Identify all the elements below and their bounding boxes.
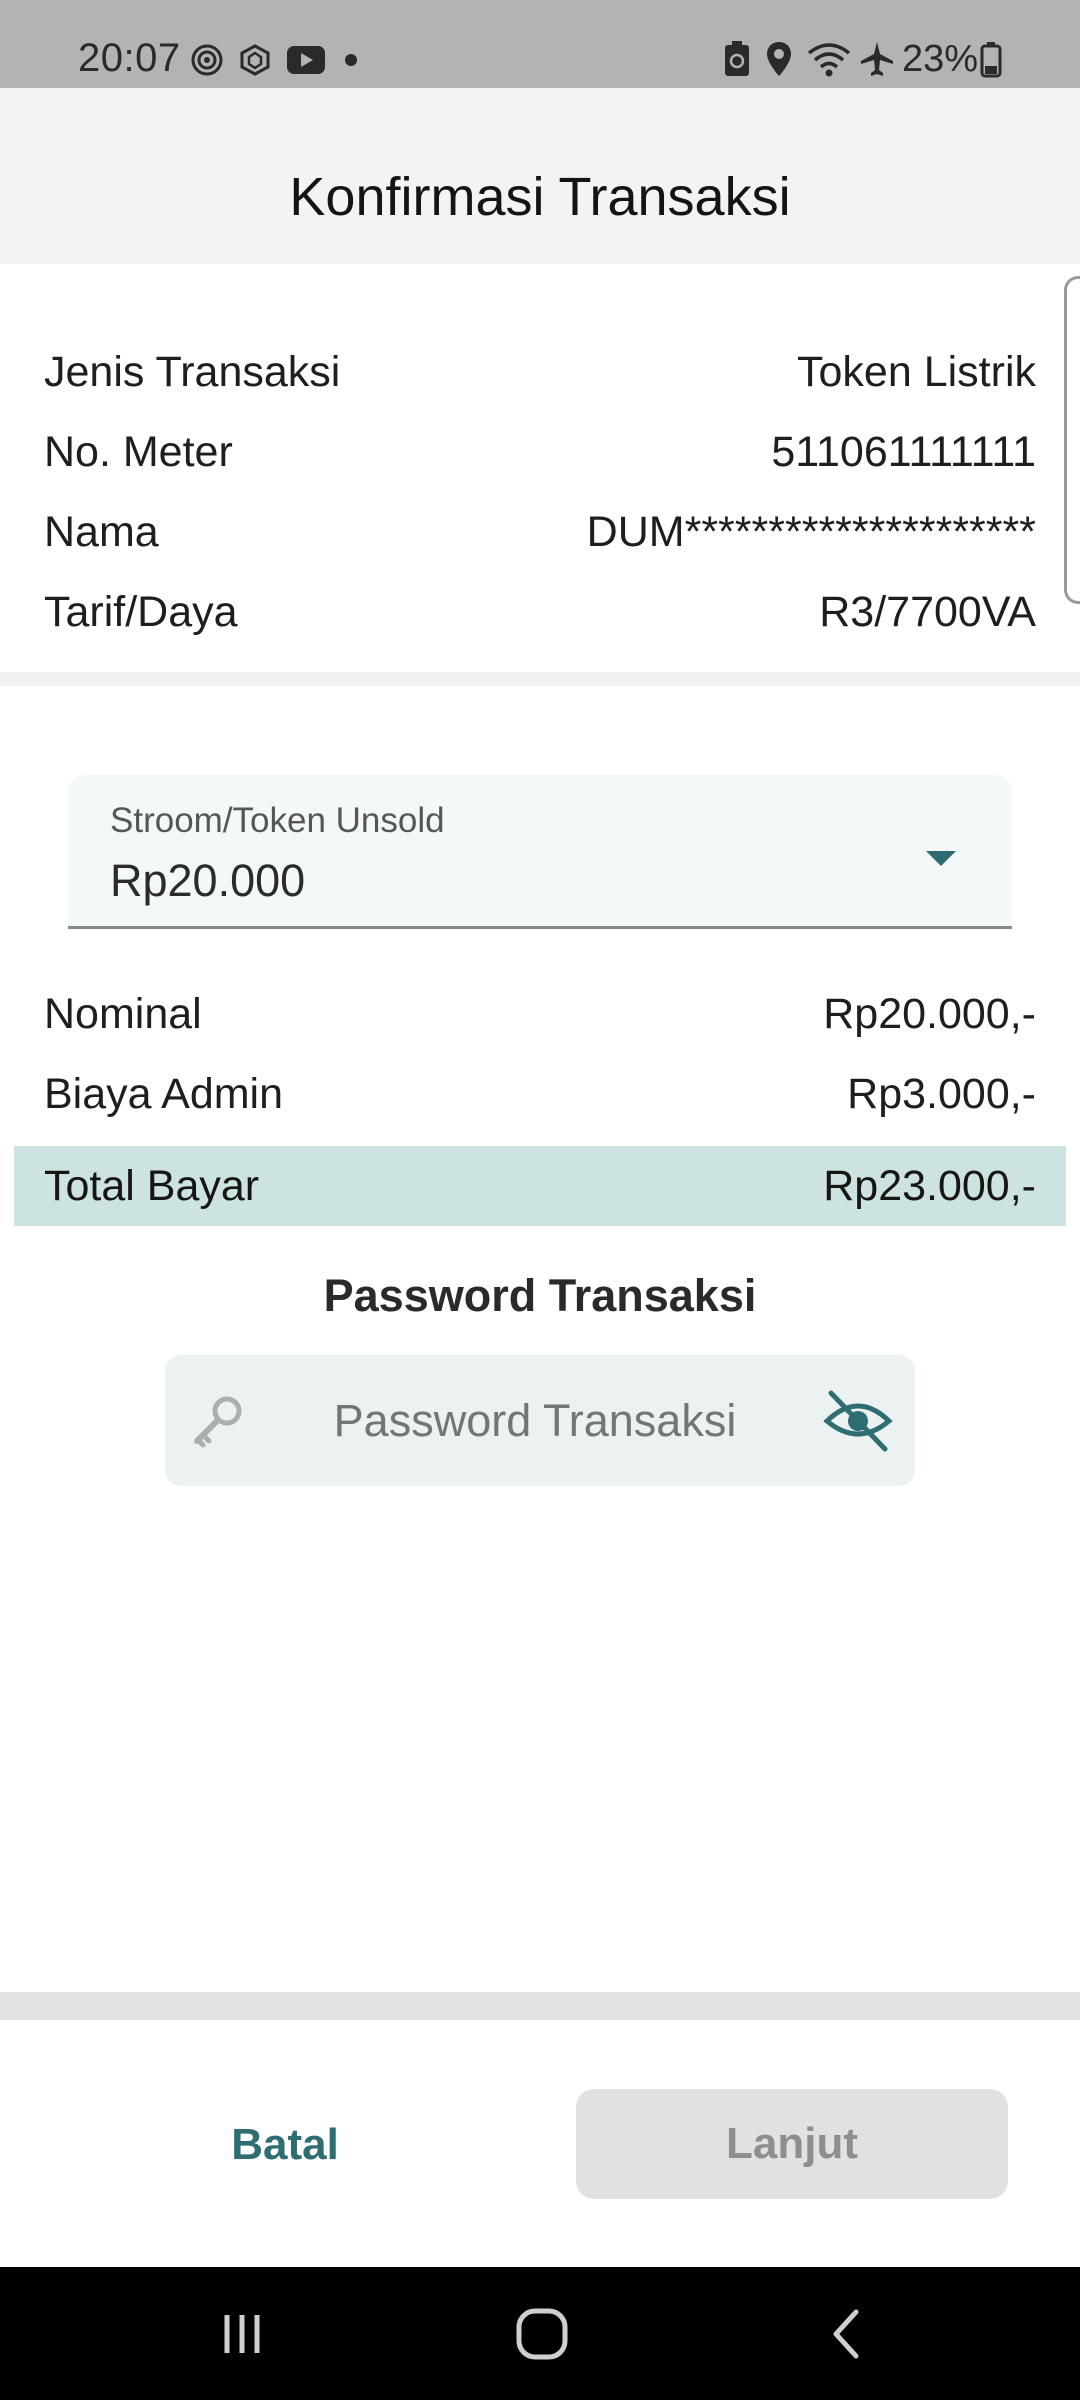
notification-icons xyxy=(190,42,358,78)
continue-button[interactable]: Lanjut xyxy=(576,2089,1008,2199)
detail-row-name: Nama DUM********************* xyxy=(44,502,1036,562)
key-icon xyxy=(194,1396,242,1448)
eye-off-icon[interactable] xyxy=(823,1385,893,1455)
section-divider xyxy=(0,672,1080,686)
detail-value: 511061111111 xyxy=(771,427,1036,476)
aperture-icon xyxy=(240,44,270,76)
total-value: Rp23.000,- xyxy=(823,1161,1036,1210)
detail-label: Jenis Transaksi xyxy=(44,347,341,396)
back-icon xyxy=(833,2309,859,2359)
detail-row-meter-number: No. Meter 511061111111 xyxy=(44,422,1036,482)
system-nav-bar xyxy=(0,2267,1080,2400)
detail-row-tariff: Tarif/Daya R3/7700VA xyxy=(44,582,1036,642)
detail-value: R3/7700VA xyxy=(819,587,1036,636)
page-title: Konfirmasi Transaksi xyxy=(289,167,791,227)
cost-row-nominal: Nominal Rp20.000,- xyxy=(44,984,1036,1044)
cost-value: Rp20.000,- xyxy=(823,989,1036,1038)
total-label: Total Bayar xyxy=(44,1161,260,1210)
denomination-dropdown[interactable]: Stroom/Token Unsold Rp20.000 xyxy=(68,775,1012,929)
cost-value: Rp3.000,- xyxy=(847,1069,1036,1118)
detail-value: DUM********************* xyxy=(586,507,1036,556)
detail-label: No. Meter xyxy=(44,427,233,476)
recent-apps-icon xyxy=(224,2315,260,2353)
youtube-icon xyxy=(287,46,325,74)
password-field[interactable] xyxy=(165,1355,915,1486)
status-time: 20:07 xyxy=(78,36,181,80)
battery-percentage: 23% xyxy=(902,38,979,80)
dropdown-value: Rp20.000 xyxy=(110,855,306,906)
detail-label: Nama xyxy=(44,507,159,556)
battery-icon xyxy=(980,42,1002,78)
caret-down-icon[interactable] xyxy=(926,851,956,866)
detail-value: Token Listrik xyxy=(797,347,1036,396)
bottom-divider xyxy=(0,1992,1080,2020)
password-title: Password Transaksi xyxy=(323,1270,757,1321)
dot-icon xyxy=(345,54,357,66)
cost-row-admin-fee: Biaya Admin Rp3.000,- xyxy=(44,1064,1036,1124)
battery-saver-icon xyxy=(725,41,749,76)
password-input[interactable] xyxy=(265,1355,805,1486)
bullseye-icon xyxy=(191,44,223,76)
detail-row-transaction-type: Jenis Transaksi Token Listrik xyxy=(44,342,1036,402)
airplane-icon xyxy=(861,42,893,76)
status-bar: 20:07 23% xyxy=(0,0,1080,88)
home-icon xyxy=(516,2308,568,2360)
cost-label: Nominal xyxy=(44,989,202,1038)
cancel-button[interactable]: Batal xyxy=(160,2090,410,2200)
cost-label: Biaya Admin xyxy=(44,1069,284,1118)
location-icon xyxy=(767,42,791,76)
wifi-icon xyxy=(807,43,851,77)
scrollbar-thumb[interactable] xyxy=(1064,276,1080,604)
detail-label: Tarif/Daya xyxy=(44,587,238,636)
recent-apps-button[interactable] xyxy=(202,2299,282,2369)
back-button[interactable] xyxy=(806,2299,886,2369)
dropdown-label: Stroom/Token Unsold xyxy=(110,801,445,840)
total-row: Total Bayar Rp23.000,- xyxy=(14,1146,1066,1226)
home-button[interactable] xyxy=(502,2299,582,2369)
